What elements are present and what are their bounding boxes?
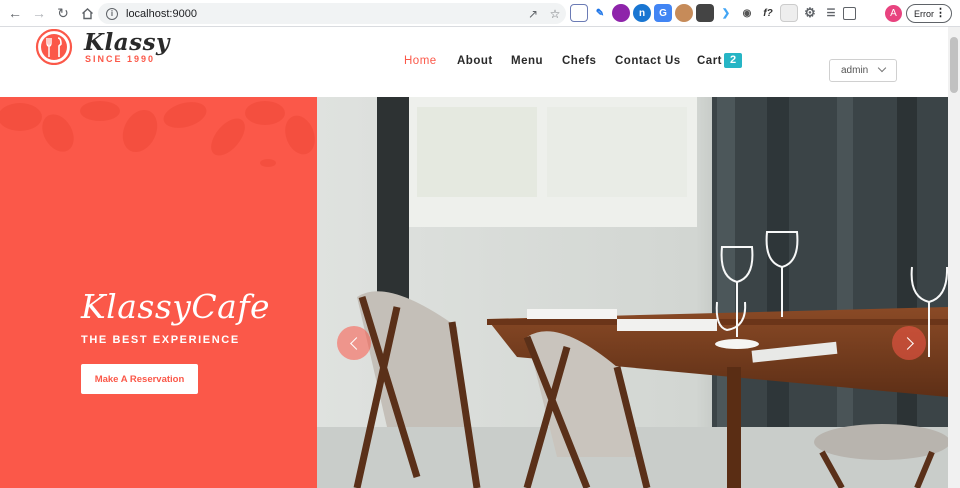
hero-slider [317,97,948,488]
function-extension-icon[interactable]: f? [759,4,777,22]
bug-extension-icon[interactable]: ◉ [738,4,756,22]
cart-count-badge[interactable]: 2 [724,53,742,68]
user-menu-dropdown[interactable]: admin [829,59,897,82]
restaurant-photo [317,97,948,488]
chevron-left-icon [349,336,363,350]
nav-chefs[interactable]: Chefs [562,55,596,67]
blank-extension-icon[interactable] [780,4,798,22]
browser-toolbar: ← → ↻ i localhost:9000 ↗ ☆ ✎ n G ❯ ◉ f? … [0,0,960,27]
reading-list-icon[interactable]: ☰ [822,4,840,22]
url-text: localhost:9000 [126,7,197,20]
purple-extension-icon[interactable] [612,4,630,22]
nav-contact-us[interactable]: Contact Us [615,55,681,67]
user-menu-label: admin [841,65,869,76]
page-scrollbar[interactable] [948,27,960,488]
slider-next-button[interactable] [892,326,926,360]
nav-home[interactable]: Home [404,55,437,67]
hero-title: KlassyCafe [81,287,271,326]
cookie-extension-icon[interactable] [675,4,693,22]
forward-icon[interactable]: → [28,2,50,24]
bookmark-star-icon[interactable]: ☆ [544,3,566,24]
main-nav: Home About Menu Chefs Contact Us Cart 2 [0,53,948,71]
nav-menu[interactable]: Menu [511,55,543,67]
translate-extension-icon[interactable]: G [654,4,672,22]
slider-prev-button[interactable] [337,326,371,360]
back-icon[interactable]: ← [4,2,26,24]
make-reservation-button[interactable]: Make A Reservation [81,364,198,394]
share-icon[interactable]: ↗ [522,3,544,24]
puzzle-icon[interactable]: ⚙ [801,4,819,22]
chevron-down-icon [877,63,887,73]
site-info-icon[interactable]: i [106,7,118,20]
nav-about[interactable]: About [457,55,493,67]
more-menu-icon[interactable]: ⋮ [935,6,946,20]
flutter-extension-icon[interactable]: ❯ [717,4,735,22]
site-header: Klassy SINCE 1990 Home About Menu Chefs … [0,27,948,97]
logo-name[interactable]: Klassy [84,29,170,56]
address-bar[interactable]: i localhost:9000 ↗ ☆ [98,3,566,24]
hero-subtitle: THE BEST EXPERIENCE [81,334,240,346]
error-button[interactable]: Error ⋮ [906,4,952,23]
profile-avatar[interactable]: A [885,5,902,22]
home-icon[interactable] [76,2,98,24]
leaf-pattern-decoration [0,101,315,167]
pen-extension-icon[interactable]: ✎ [591,4,609,22]
nav-cart[interactable]: Cart [697,55,722,67]
reload-icon[interactable]: ↻ [52,2,74,24]
dark-extension-icon[interactable] [696,4,714,22]
side-panel-icon[interactable] [843,6,856,20]
shield-extension-icon[interactable] [570,4,588,22]
hero-banner: KlassyCafe THE BEST EXPERIENCE Make A Re… [0,97,317,488]
blue-extension-icon[interactable]: n [633,4,651,22]
page: Klassy SINCE 1990 Home About Menu Chefs … [0,27,948,488]
chevron-right-icon [900,336,914,350]
extensions-bar: ✎ n G ❯ ◉ f? ⚙ ☰ [570,4,856,22]
error-label: Error [914,8,934,19]
scrollbar-thumb[interactable] [950,37,958,93]
